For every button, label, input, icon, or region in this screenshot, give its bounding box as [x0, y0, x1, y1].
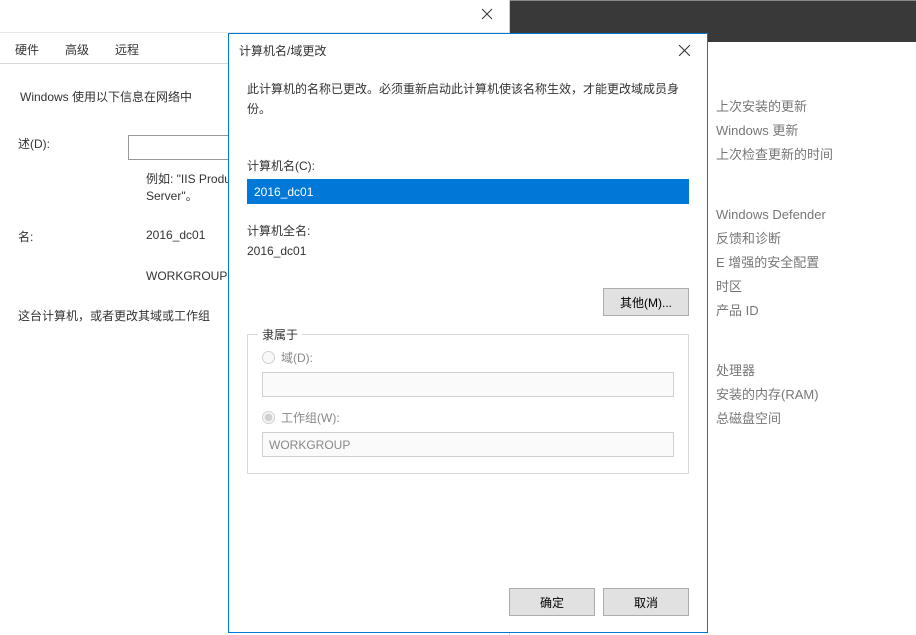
ok-button[interactable]: 确定: [509, 588, 595, 616]
member-of-title: 隶属于: [258, 326, 302, 343]
close-button-parent[interactable]: [464, 0, 509, 28]
server-info-panel: 上次安装的更新 Windows 更新 上次检查更新的时间 Windows Def…: [706, 95, 916, 467]
modal-footer: 确定 取消: [229, 576, 707, 632]
info-feedback-diagnostics: 反馈和诊断: [716, 227, 916, 251]
tab-advanced[interactable]: 高级: [52, 36, 102, 63]
tab-hardware[interactable]: 硬件: [2, 36, 52, 63]
computer-name-field-label: 计算机名(C):: [247, 157, 689, 174]
info-product-id: 产品 ID: [716, 299, 916, 323]
info-last-installed-updates: 上次安装的更新: [716, 95, 916, 119]
restart-message: 此计算机的名称已更改。必须重新启动此计算机使该名称生效，才能更改域成员身份。: [247, 79, 689, 119]
description-label: 述(D):: [18, 135, 128, 152]
workgroup-radio-label: 工作组(W):: [281, 409, 340, 426]
domain-radio[interactable]: [262, 351, 275, 364]
info-ie-enhanced-security: E 增强的安全配置: [716, 251, 916, 275]
info-installed-ram: 安装的内存(RAM): [716, 383, 916, 407]
info-last-check-time: 上次检查更新的时间: [716, 143, 916, 167]
computer-name-domain-dialog: 计算机名/域更改 此计算机的名称已更改。必须重新启动此计算机使该名称生效，才能更…: [228, 33, 708, 633]
full-computer-name-label: 计算机全名:: [247, 222, 689, 239]
info-processor: 处理器: [716, 359, 916, 383]
domain-input: [262, 372, 674, 397]
workgroup-input: [262, 432, 674, 457]
parent-titlebar: [0, 0, 509, 33]
tab-remote[interactable]: 远程: [102, 36, 152, 63]
member-of-groupbox: 隶属于 域(D): 工作组(W):: [247, 334, 689, 474]
domain-radio-label: 域(D):: [281, 349, 313, 366]
computer-name-value: 2016_dc01: [146, 228, 205, 245]
close-button-modal[interactable]: [662, 36, 707, 66]
full-computer-name-value: 2016_dc01: [247, 244, 689, 258]
modal-content: 此计算机的名称已更改。必须重新启动此计算机使该名称生效，才能更改域成员身份。 计…: [229, 67, 707, 576]
modal-title: 计算机名/域更改: [239, 42, 326, 59]
other-button[interactable]: 其他(M)...: [603, 288, 689, 316]
close-icon: [481, 8, 493, 20]
info-windows-update: Windows 更新: [716, 119, 916, 143]
workgroup-value: WORKGROUP: [146, 269, 227, 283]
modal-titlebar: 计算机名/域更改: [229, 34, 707, 67]
info-timezone: 时区: [716, 275, 916, 299]
cancel-button[interactable]: 取消: [603, 588, 689, 616]
computer-name-input[interactable]: [247, 179, 689, 204]
workgroup-radio[interactable]: [262, 411, 275, 424]
computer-name-label: 名:: [18, 228, 146, 245]
info-total-disk-space: 总磁盘空间: [716, 407, 916, 431]
close-icon: [678, 44, 691, 57]
info-windows-defender: Windows Defender: [716, 203, 916, 227]
